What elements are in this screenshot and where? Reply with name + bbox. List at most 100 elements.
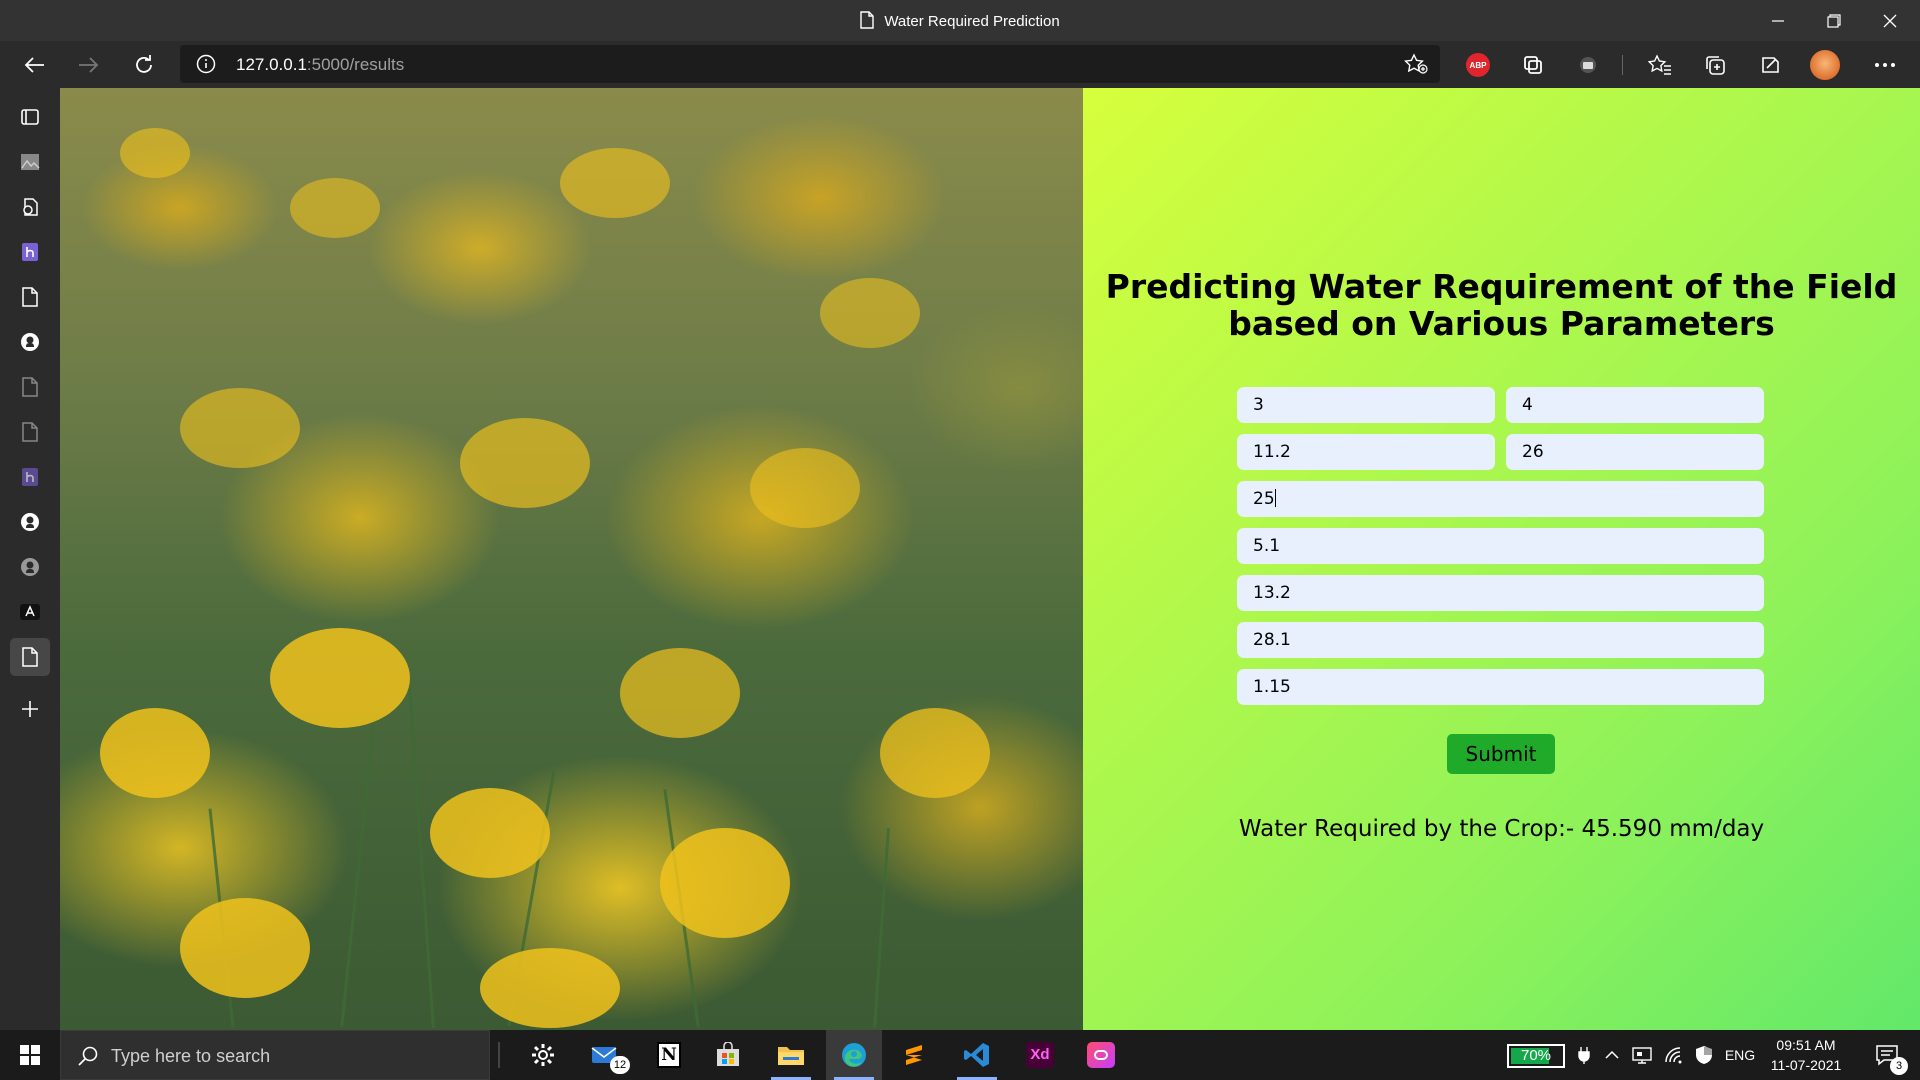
notification-center-button[interactable]: 3 [1862,1030,1912,1080]
heroku-icon [22,468,38,486]
sidebar-tab-7[interactable] [10,413,50,451]
extension-button[interactable] [1513,47,1553,83]
wifi-button[interactable] [1660,1030,1688,1080]
power-plug-icon [1578,1047,1590,1064]
collections-button[interactable] [1695,47,1735,83]
taskbar-adobe-xd[interactable]: Xd [1012,1030,1068,1080]
input-field-1[interactable]: 3 [1237,387,1495,423]
sidebar-tab-11[interactable] [10,593,50,631]
sidebar-tab-10[interactable] [10,548,50,586]
settings-icon [532,1044,554,1066]
sidebar-tab-12-active[interactable] [10,638,50,676]
taskbar-search-box[interactable]: Type here to search [60,1030,490,1080]
page-icon [22,377,38,397]
notification-count-badge: 3 [1890,1057,1908,1075]
sidebar-tab-actions[interactable] [10,98,50,136]
back-arrow-icon [24,57,44,73]
input-field-9[interactable]: 1.15 [1237,669,1764,705]
power-plug-button[interactable] [1572,1030,1596,1080]
wifi-icon [1665,1047,1682,1064]
new-tab-button[interactable] [10,690,50,728]
taskbar-file-explorer[interactable] [763,1030,819,1080]
heroku-icon [22,243,38,261]
input-field-2[interactable]: 4 [1506,387,1764,423]
adblock-plus-icon: ABP [1466,53,1490,77]
sidebar-tab-5[interactable] [10,323,50,361]
notion-icon: N [657,1042,681,1068]
address-bar[interactable]: 127.0.0.1:5000/results [180,45,1440,83]
avatar [1810,50,1840,80]
input-field-4[interactable]: 26 [1506,434,1764,470]
input-field-3[interactable]: 11.2 [1237,434,1495,470]
display-icon [1632,1047,1652,1064]
edge-icon [842,1043,866,1067]
refresh-button[interactable] [124,47,164,83]
adblock-plus-button[interactable]: ABP [1458,47,1498,83]
sidebar-tab-6[interactable] [10,368,50,406]
forward-button[interactable] [69,47,109,83]
page-heading: Predicting Water Requirement of the Fiel… [1083,268,1920,342]
tabs-icon [21,109,39,125]
sidebar-tab-8[interactable] [10,458,50,496]
info-icon[interactable] [196,54,216,74]
anaconda-icon [20,604,40,620]
flower-cluster [100,708,210,798]
input-field-5-focused[interactable]: 25 [1237,481,1764,517]
input-field-6[interactable]: 5.1 [1237,528,1764,564]
settings-menu-button[interactable] [1865,47,1905,83]
sidebar-tab-9[interactable] [10,503,50,541]
feedback-button[interactable] [1750,47,1790,83]
taskbar-edge[interactable] [826,1030,882,1080]
shield-icon [1696,1046,1712,1064]
vscode-icon [964,1043,989,1067]
input-language-button[interactable]: ENG [1722,1030,1758,1080]
security-button[interactable] [1690,1030,1718,1080]
sidebar-tab-2[interactable] [10,188,50,226]
start-button[interactable] [2,1030,58,1080]
taskbar-clock[interactable]: 09:51 AM 11-07-2021 [1764,1035,1848,1075]
url-text[interactable]: 127.0.0.1:5000/results [236,55,404,75]
restore-button[interactable] [1806,0,1862,41]
search-icon [78,1046,98,1066]
sidebar-tab-1[interactable] [10,143,50,181]
profile-button[interactable] [1805,47,1845,83]
battery-indicator[interactable]: 70% [1507,1044,1565,1068]
minimize-button[interactable] [1750,0,1806,41]
flower-cluster [620,648,740,738]
meet-now-button[interactable] [1628,1030,1656,1080]
add-favorite-icon[interactable] [1404,53,1428,75]
input-field-8[interactable]: 28.1 [1237,622,1764,658]
back-button[interactable] [14,47,54,83]
favorites-button[interactable] [1640,47,1680,83]
window-title: Water Required Prediction [0,11,1920,30]
flower-cluster [750,448,860,528]
taskbar-sublime-text[interactable] [886,1030,942,1080]
input-field-7[interactable]: 13.2 [1237,575,1764,611]
photo-app-icon [21,154,40,170]
submit-button[interactable]: Submit [1447,734,1555,774]
heading-line-1: Predicting Water Requirement of the Fiel… [1105,267,1898,306]
taskbar-divider [498,1042,500,1068]
browser-toolbar: 127.0.0.1:5000/results ABP [0,41,1920,88]
web-page: Predicting Water Requirement of the Fiel… [60,88,1920,1030]
taskbar-creative-cloud[interactable] [1073,1030,1129,1080]
taskbar-store[interactable] [700,1030,756,1080]
url-path: :5000/results [306,55,405,74]
flower-stem [873,828,890,1028]
flower-cluster [180,898,310,998]
sidebar-tab-3[interactable] [10,233,50,271]
more-options-icon [1875,63,1895,67]
taskbar-settings[interactable] [515,1030,571,1080]
show-hidden-icons-button[interactable] [1600,1030,1624,1080]
chevron-up-icon [1605,1050,1619,1059]
flower-cluster [560,148,670,218]
yellow-flower-field-image [60,88,1083,1030]
extension-button-2[interactable] [1568,47,1608,83]
taskbar-vscode[interactable] [949,1030,1005,1080]
windows-taskbar: Type here to search 12 N Xd 70% ENG 09:5… [0,1030,1920,1080]
taskbar-mail[interactable]: 12 [578,1030,634,1080]
taskbar-notion[interactable]: N [641,1030,697,1080]
url-host: 127.0.0.1 [236,55,307,74]
close-button[interactable] [1862,0,1918,41]
sidebar-tab-4[interactable] [10,278,50,316]
